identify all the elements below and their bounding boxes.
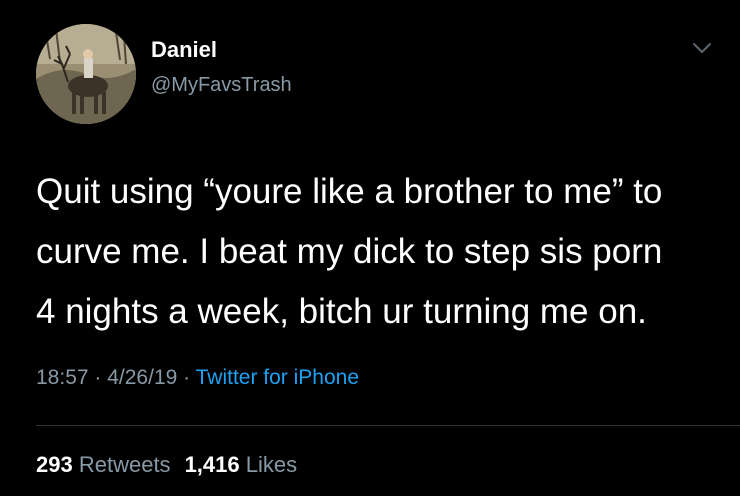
- tweet-source-link[interactable]: Twitter for iPhone: [196, 366, 359, 389]
- tweet-text: Quit using “youre like a brother to me” …: [36, 162, 736, 342]
- avatar[interactable]: [36, 24, 136, 124]
- user-handle[interactable]: @MyFavsTrash: [151, 74, 292, 97]
- tweet-text-line: 4 nights a week, bitch ur turning me on.: [36, 292, 647, 331]
- retweets-stat[interactable]: 293 Retweets: [36, 452, 171, 477]
- divider: [36, 425, 740, 426]
- likes-count: 1,416: [184, 452, 240, 477]
- tweet-date[interactable]: 4/26/19: [107, 366, 177, 389]
- meta-separator: ·: [88, 366, 108, 389]
- tweet-text-line: Quit using “youre like a brother to me” …: [36, 172, 663, 211]
- tweet-meta: 18:57 · 4/26/19 · Twitter for iPhone: [36, 366, 359, 390]
- tweet-text-line: curve me. I beat my dick to step sis por…: [36, 232, 663, 271]
- display-name[interactable]: Daniel: [151, 37, 217, 63]
- tweet-stats: 293 Retweets 1,416 Likes: [36, 452, 297, 478]
- likes-label: Likes: [245, 452, 298, 477]
- retweets-count: 293: [36, 452, 73, 477]
- tweet-card: Daniel @MyFavsTrash Quit using “youre li…: [0, 0, 740, 496]
- chevron-down-icon[interactable]: [690, 38, 714, 58]
- meta-separator: ·: [177, 366, 196, 389]
- likes-stat[interactable]: 1,416 Likes: [185, 452, 298, 477]
- tweet-time[interactable]: 18:57: [36, 366, 89, 389]
- avatar-photo-icon: [36, 24, 136, 124]
- retweets-label: Retweets: [78, 452, 171, 477]
